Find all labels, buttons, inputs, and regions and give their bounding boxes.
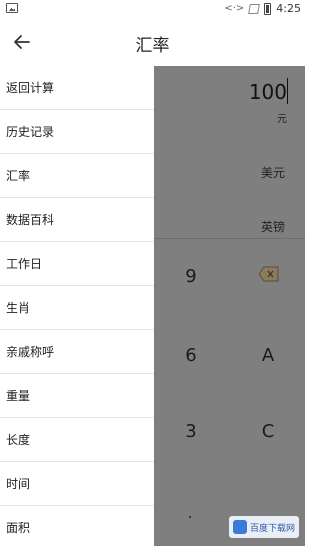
text-cursor <box>287 78 288 104</box>
navigation-drawer: 返回计算 历史记录 汇率 数据百科 工作日 生肖 亲戚称呼 重量 长度 时间 面… <box>0 66 154 546</box>
page-title: 汇率 <box>135 36 170 56</box>
drawer-item-label: 汇率 <box>6 169 31 183</box>
currency-gbp: 英镑 <box>260 220 285 234</box>
drawer-item-label: 时间 <box>6 477 31 491</box>
image-notification-icon <box>6 3 18 13</box>
keypad-divider <box>154 238 305 239</box>
app-bar: 汇率 <box>0 18 305 66</box>
key-c: C <box>261 421 275 442</box>
battery-icon <box>264 2 272 15</box>
drawer-item-exchange-rate[interactable]: 汇率 <box>0 154 154 198</box>
status-icons: <·> 4:25 <box>224 2 301 15</box>
drawer-item-data-encyclopedia[interactable]: 数据百科 <box>0 198 154 242</box>
drawer-item-time[interactable]: 时间 <box>0 462 154 506</box>
status-time: 4:25 <box>276 2 301 15</box>
watermark-logo-icon <box>233 520 247 534</box>
drawer-item-weight[interactable]: 重量 <box>0 374 154 418</box>
status-bar: <·> 4:25 <box>0 0 305 18</box>
key-a: A <box>261 345 275 366</box>
drawer-item-label: 亲戚称呼 <box>6 345 55 359</box>
drawer-item-workday[interactable]: 工作日 <box>0 242 154 286</box>
key-6: 6 <box>185 345 197 366</box>
drawer-item-zodiac[interactable]: 生肖 <box>0 286 154 330</box>
key-dot <box>189 516 191 518</box>
drawer-item-label: 数据百科 <box>6 213 55 227</box>
input-value: 100 <box>248 80 287 104</box>
watermark-badge: 百度下载网 <box>229 516 299 538</box>
drawer-item-label: 工作日 <box>6 257 43 271</box>
drawer-item-label: 历史记录 <box>6 125 55 139</box>
drawer-item-label: 长度 <box>6 433 31 447</box>
drawer-item-length[interactable]: 长度 <box>0 418 154 462</box>
drawer-item-history[interactable]: 历史记录 <box>0 110 154 154</box>
drawer-item-relatives[interactable]: 亲戚称呼 <box>0 330 154 374</box>
backspace-icon <box>258 266 279 282</box>
watermark-text: 百度下载网 <box>250 523 296 534</box>
calculator-background: 100 元 美元 英镑 9 6 A 3 C 百度下载网 <box>154 66 305 546</box>
drawer-item-label: 重量 <box>6 389 31 403</box>
network-activity-icon: <·> <box>224 3 245 14</box>
key-3: 3 <box>185 421 197 442</box>
drawer-item-back-to-calc[interactable]: 返回计算 <box>0 66 154 110</box>
key-9: 9 <box>185 266 197 287</box>
drawer-item-area[interactable]: 面积 <box>0 506 154 546</box>
drawer-item-label: 返回计算 <box>6 81 55 95</box>
drawer-item-label: 面积 <box>6 521 31 535</box>
drawer-item-label: 生肖 <box>6 301 31 315</box>
input-unit: 元 <box>277 114 287 125</box>
currency-usd: 美元 <box>260 166 285 180</box>
no-signal-icon <box>248 3 261 14</box>
